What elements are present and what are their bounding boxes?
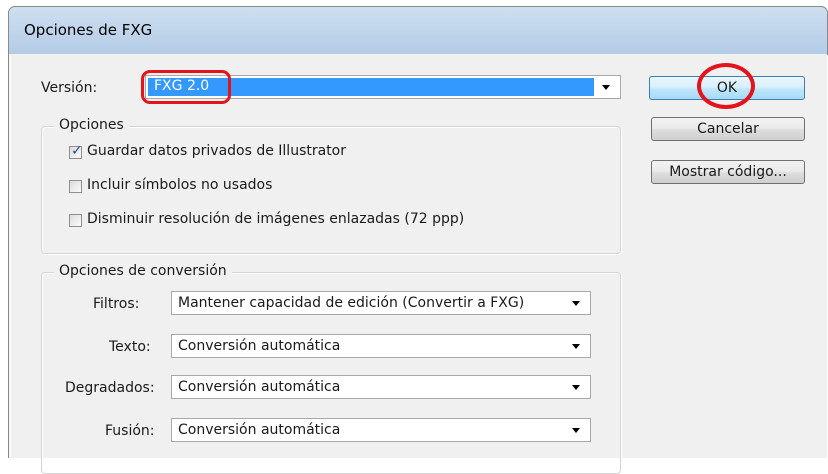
options-group-legend: Opciones: [54, 117, 129, 133]
blend-select[interactable]: Conversión automática: [171, 418, 591, 442]
checkbox-downsample-images[interactable]: [69, 214, 82, 227]
checkmark-icon: ✓: [71, 143, 83, 159]
chevron-down-icon[interactable]: [597, 76, 615, 98]
gradients-label: Degradados:: [65, 380, 155, 396]
checkbox-save-private-data[interactable]: ✓: [69, 143, 83, 159]
chevron-down-icon[interactable]: [567, 376, 585, 398]
annotation-version-highlight: [141, 70, 231, 104]
window-title: Opciones de FXG: [24, 21, 153, 39]
checkbox-include-unused-symbols[interactable]: [69, 180, 82, 193]
chevron-down-icon[interactable]: [567, 419, 585, 441]
gradients-select[interactable]: Conversión automática: [171, 375, 591, 399]
filters-select[interactable]: Mantener capacidad de edición (Convertir…: [171, 291, 591, 315]
chevron-down-icon[interactable]: [567, 335, 585, 357]
chevron-down-icon[interactable]: [567, 292, 585, 314]
cancel-button[interactable]: Cancelar: [651, 117, 805, 141]
checkbox-label-save-private-data[interactable]: Guardar datos privados de Illustrator: [87, 143, 346, 159]
text-select-value: Conversión automática: [178, 338, 341, 354]
dialog-body: Versión: FXG 2.0 Opciones ✓ Guardar dato…: [8, 54, 827, 474]
gradients-select-value: Conversión automática: [178, 379, 341, 395]
filters-label: Filtros:: [93, 296, 140, 312]
checkbox-label-downsample-images[interactable]: Disminuir resolución de imágenes enlazad…: [87, 211, 464, 227]
text-label: Texto:: [109, 339, 151, 355]
title-bar[interactable]: Opciones de FXG: [8, 6, 828, 55]
annotation-ok-circle: [697, 63, 755, 109]
version-label: Versión:: [41, 80, 98, 96]
show-code-button[interactable]: Mostrar código...: [651, 160, 805, 184]
filters-select-value: Mantener capacidad de edición (Convertir…: [178, 295, 525, 311]
blend-select-value: Conversión automática: [178, 422, 341, 438]
text-select[interactable]: Conversión automática: [171, 334, 591, 358]
conversion-group-legend: Opciones de conversión: [54, 263, 232, 279]
blend-label: Fusión:: [105, 423, 155, 439]
checkbox-label-include-unused-symbols[interactable]: Incluir símbolos no usados: [87, 177, 272, 193]
dialog-window: Opciones de FXG Versión: FXG 2.0 Opcione…: [0, 0, 828, 474]
